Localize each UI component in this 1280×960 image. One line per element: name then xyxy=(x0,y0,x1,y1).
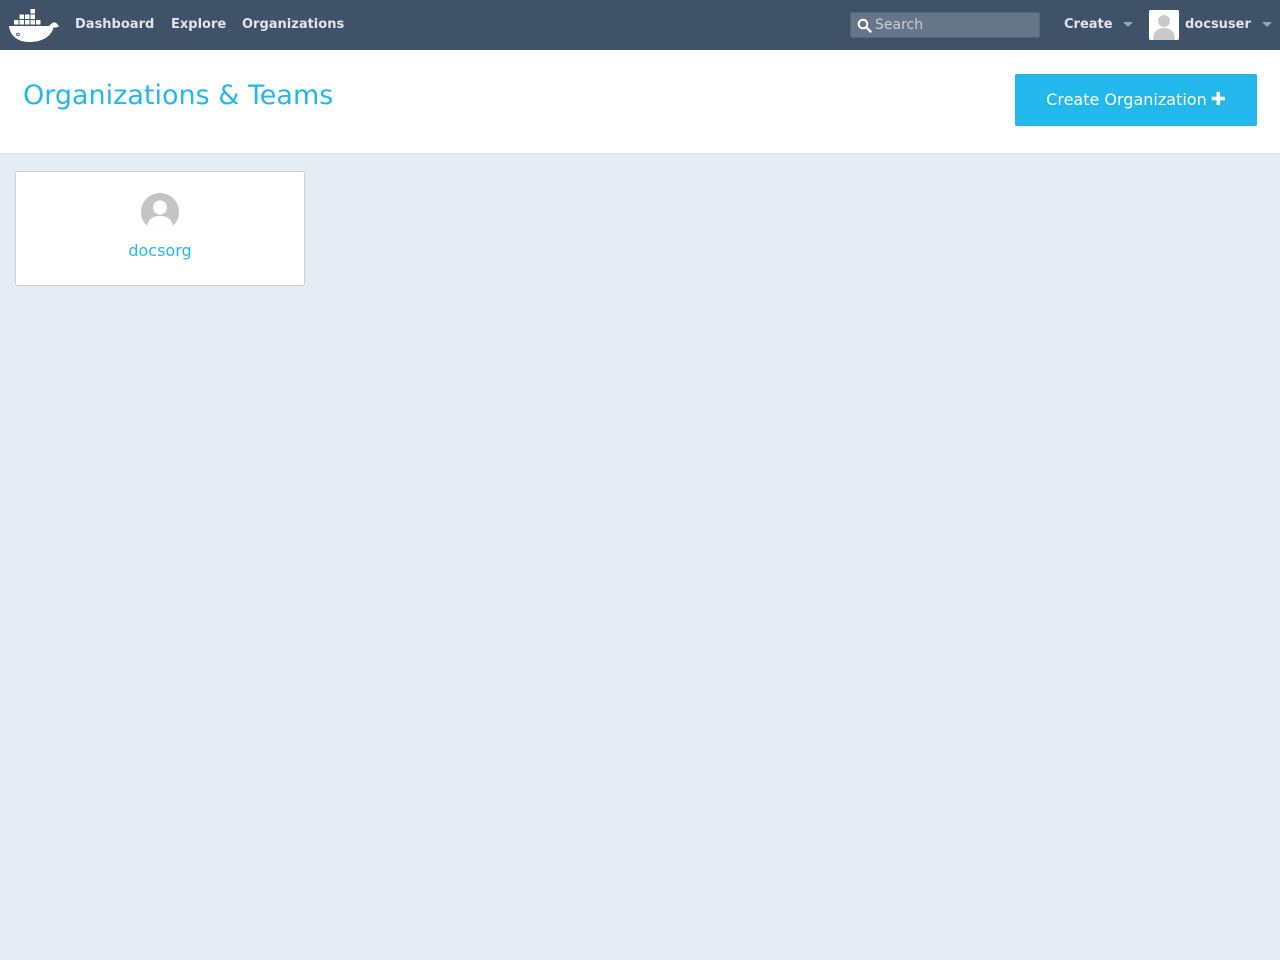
organization-name[interactable]: docsorg xyxy=(16,241,304,261)
top-navbar: Dashboard Explore Organizations Create d… xyxy=(0,0,1280,50)
search-input[interactable] xyxy=(875,13,1035,37)
plus-icon: ✚ xyxy=(1210,89,1226,110)
search-icon xyxy=(857,18,872,33)
chevron-down-icon[interactable] xyxy=(1262,22,1272,27)
nav-link-explore[interactable]: Explore xyxy=(171,16,226,33)
org-avatar-icon xyxy=(141,193,179,231)
chevron-down-icon[interactable] xyxy=(1123,22,1133,27)
page-title: Organizations & Teams xyxy=(23,80,334,111)
create-organization-button[interactable]: Create Organization ✚ xyxy=(1015,74,1257,126)
create-organization-label: Create Organization xyxy=(1046,90,1207,109)
nav-link-organizations[interactable]: Organizations xyxy=(242,16,344,33)
user-menu[interactable]: docsuser xyxy=(1185,16,1251,33)
docker-whale-icon[interactable] xyxy=(8,6,60,44)
create-menu[interactable]: Create xyxy=(1064,16,1113,33)
page-header: Organizations & Teams Create Organizatio… xyxy=(0,50,1280,154)
organization-card[interactable]: docsorg xyxy=(15,171,305,286)
search-box xyxy=(850,12,1040,38)
user-avatar-icon[interactable] xyxy=(1149,10,1179,40)
nav-link-dashboard[interactable]: Dashboard xyxy=(75,16,154,33)
